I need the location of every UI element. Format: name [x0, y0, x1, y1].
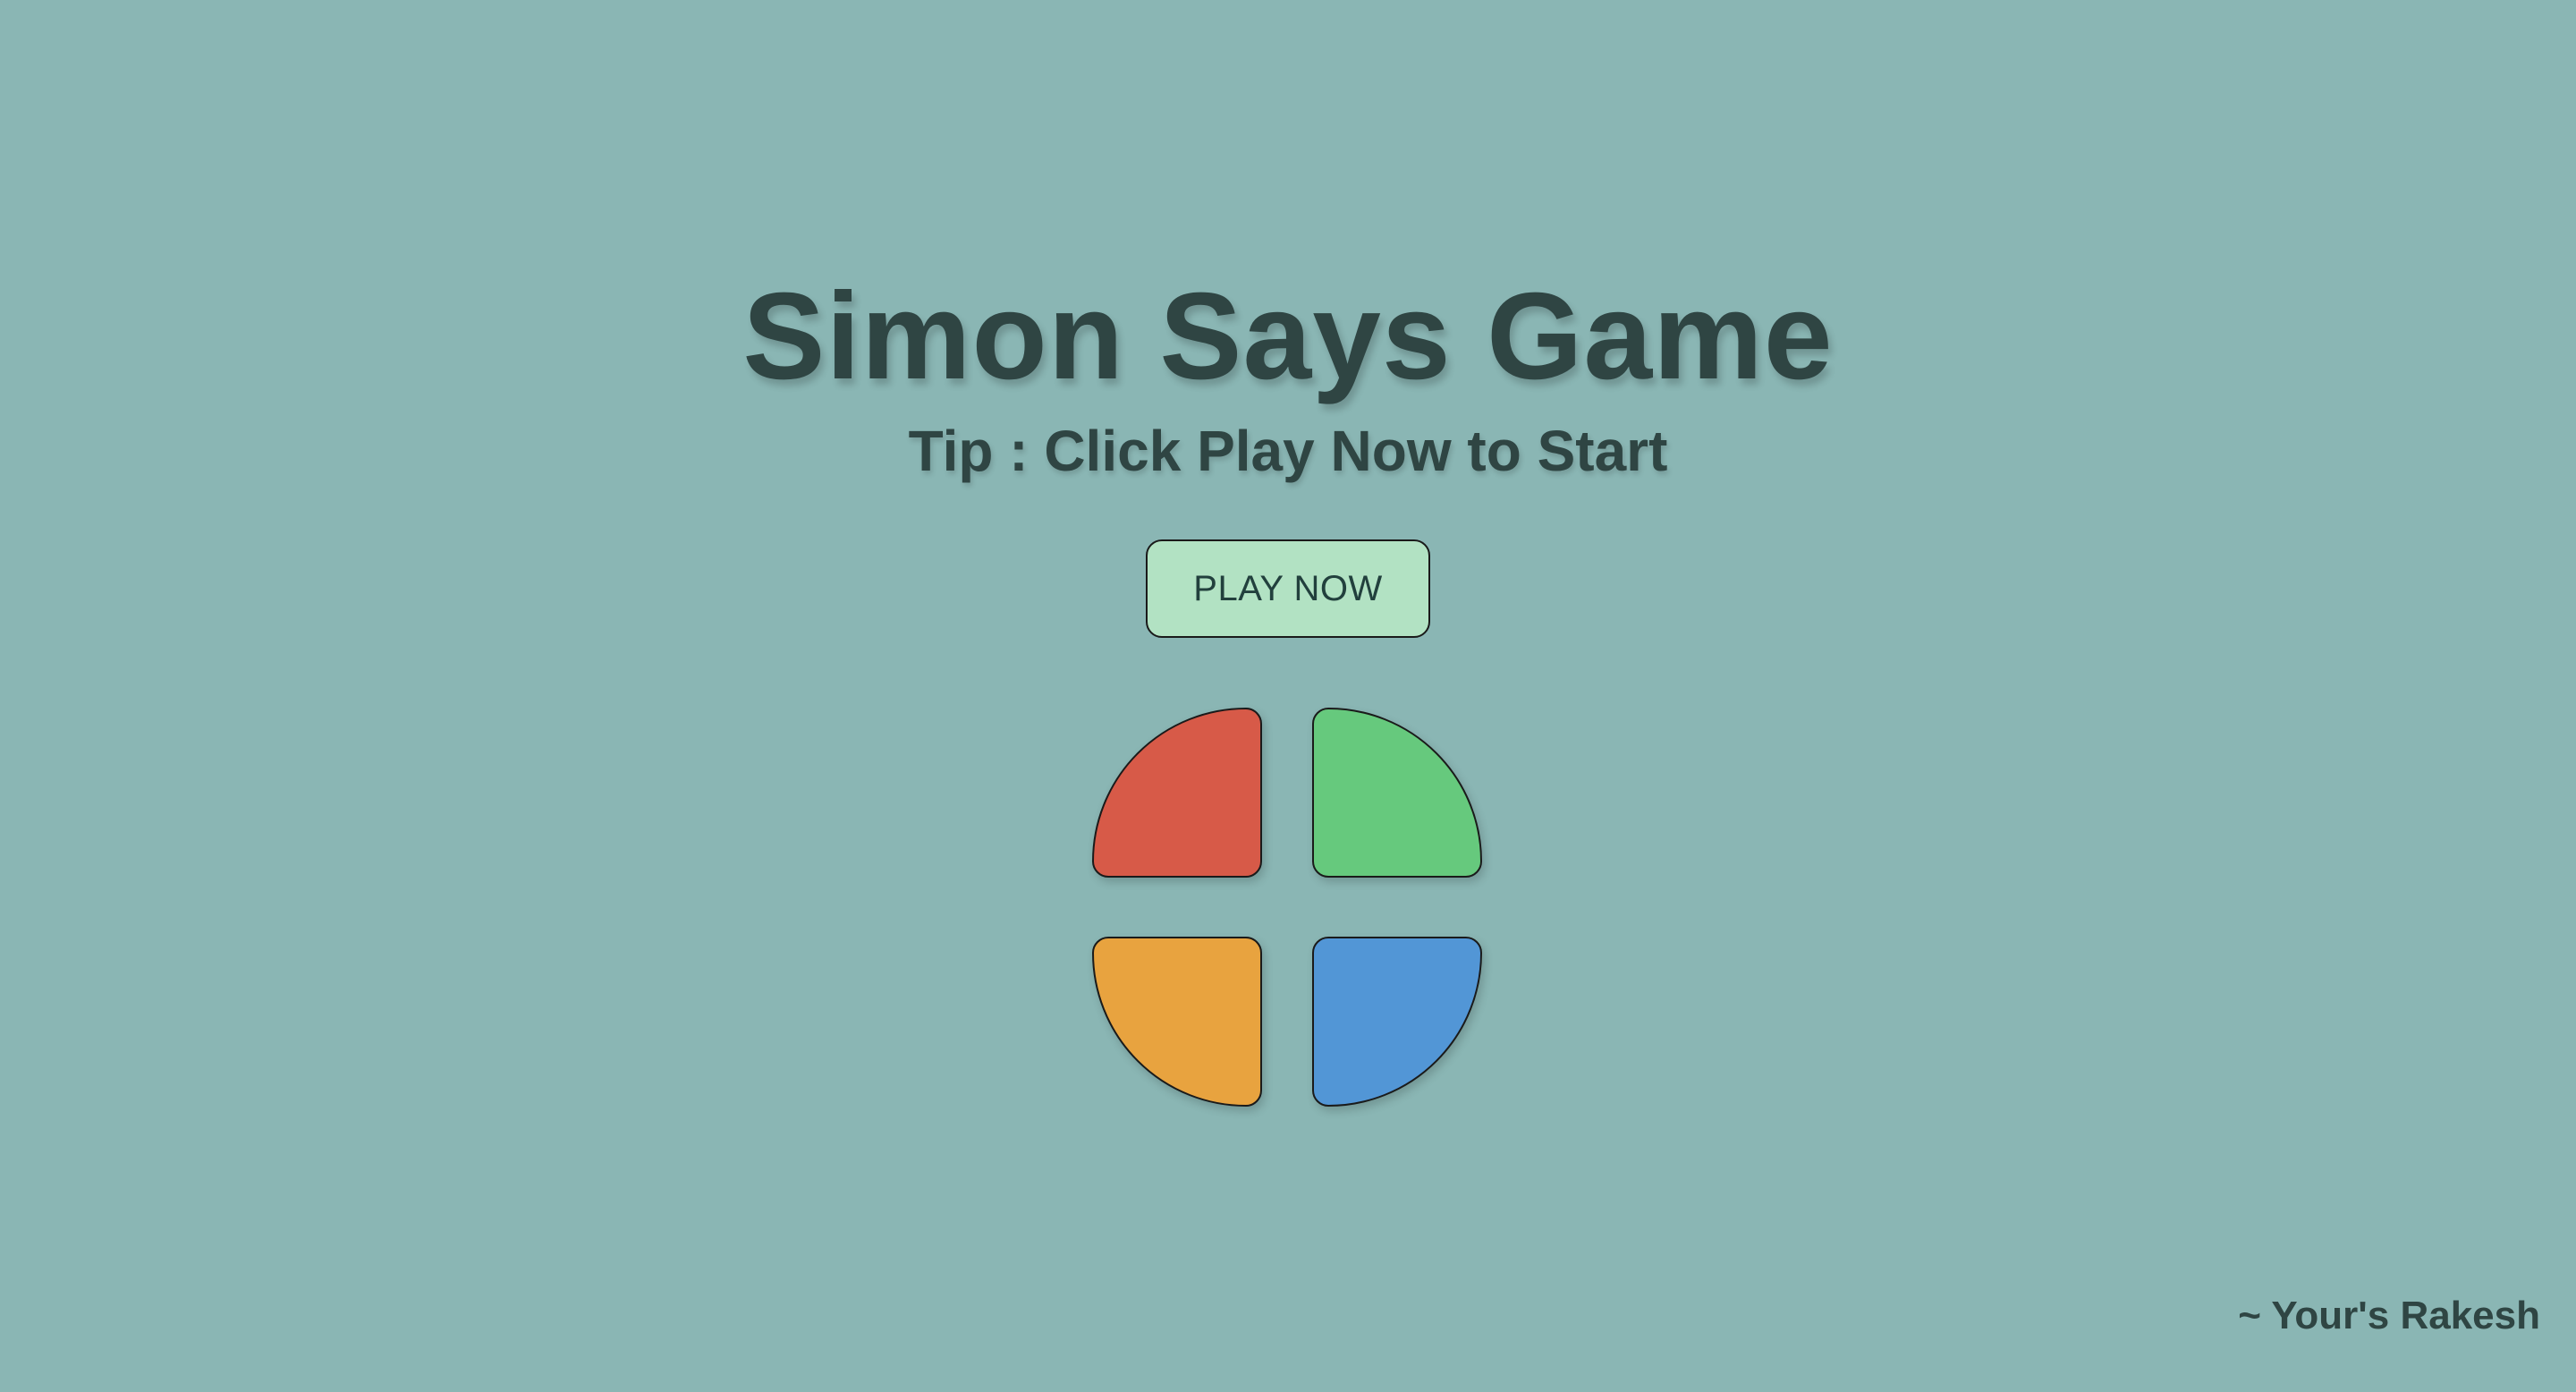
- yellow-pad[interactable]: [1092, 937, 1262, 1107]
- author-signature: ~ Your's Rakesh: [2238, 1294, 2540, 1337]
- tip-text: Tip : Click Play Now to Start: [908, 419, 1668, 483]
- game-page: Simon Says Game Tip : Click Play Now to …: [0, 0, 2576, 1392]
- green-pad[interactable]: [1312, 708, 1482, 878]
- red-pad[interactable]: [1092, 708, 1262, 878]
- blue-pad[interactable]: [1312, 937, 1482, 1107]
- play-now-button[interactable]: PLAY NOW: [1146, 539, 1430, 638]
- page-title: Simon Says Game: [742, 267, 1834, 405]
